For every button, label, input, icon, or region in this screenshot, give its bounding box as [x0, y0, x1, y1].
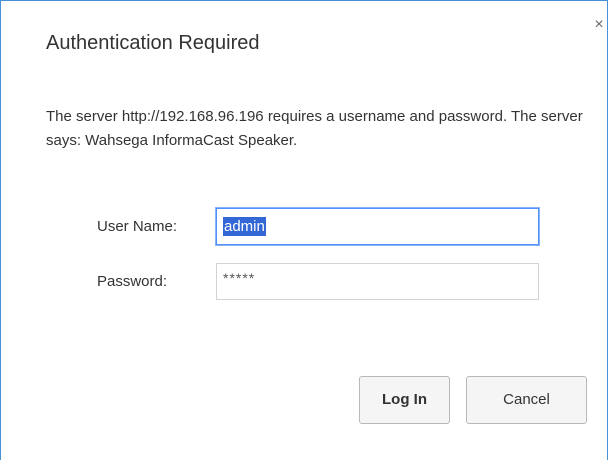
username-label: User Name:: [97, 218, 178, 235]
dialog-title: Authentication Required: [46, 32, 260, 54]
username-value: admin: [223, 217, 266, 236]
password-value: *****: [223, 270, 256, 286]
dialog-message: The server http://192.168.96.196 require…: [46, 108, 583, 149]
password-label: Password:: [97, 273, 168, 290]
auth-dialog: × Authentication Required The server htt…: [0, 0, 608, 460]
cancel-button[interactable]: Cancel: [466, 376, 587, 424]
username-input[interactable]: admin: [216, 208, 539, 245]
password-input[interactable]: *****: [216, 263, 539, 300]
close-icon[interactable]: ×: [592, 17, 606, 33]
login-button[interactable]: Log In: [359, 376, 450, 424]
